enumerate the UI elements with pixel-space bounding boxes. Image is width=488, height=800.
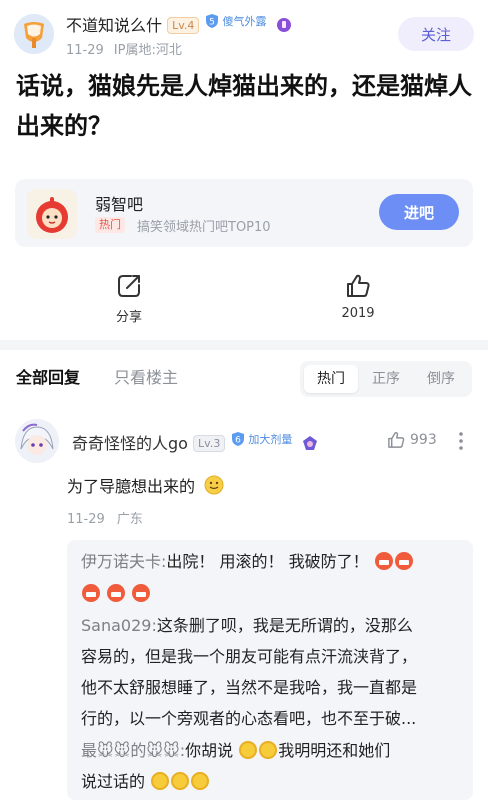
- follow-button[interactable]: 关注: [398, 17, 474, 51]
- forum-name: 弱智吧: [95, 195, 144, 214]
- thumbs-up-icon: [347, 274, 370, 297]
- angry-emoji-icon: [394, 552, 413, 570]
- angry-emoji-icon: [82, 584, 100, 602]
- sort-desc[interactable]: 倒序: [414, 365, 468, 393]
- author-line: 不道知说么什 Lv.4 5 傻气外露: [66, 12, 292, 36]
- sub-reply: 伊万诺夫卡:出院！ 用滚的！ 我破防了！: [81, 546, 414, 577]
- smile-emoji-icon: [204, 475, 224, 495]
- angry-emoji-icon: [132, 584, 151, 602]
- author-avatar[interactable]: [14, 14, 54, 54]
- post-header: 不道知说么什 Lv.4 5 傻气外露 11-29 IP属地:河北 关注: [0, 0, 488, 62]
- comment-meta: 11-29 广东: [67, 512, 143, 527]
- sub-reply-user[interactable]: 伊万诺夫卡:: [81, 552, 166, 571]
- angel-emoji-icon: [239, 741, 258, 759]
- angry-emoji-icon: [107, 584, 126, 602]
- author-title-badge: 5 傻气外露: [204, 13, 266, 29]
- commenter-name[interactable]: 奇奇怪怪的人go: [72, 434, 188, 453]
- thumbs-up-icon: [388, 432, 405, 448]
- commenter-title-badge: 6 加大剂量: [230, 431, 292, 447]
- angel-emoji-icon: [259, 741, 278, 759]
- commenter-line: 奇奇怪怪的人go Lv.3 6 加大剂量: [72, 430, 318, 454]
- sub-reply-continued: 行的，以一个旁观者的心态看吧，也不至于破...: [81, 709, 417, 728]
- medal-icon: [276, 18, 291, 32]
- section-divider: [0, 340, 488, 350]
- sub-replies[interactable]: 伊万诺夫卡:出院！ 用滚的！ 我破防了！ Sana029:这条删了呗，我是无所谓…: [67, 540, 473, 800]
- angel-emoji-icon: [151, 772, 170, 790]
- sub-reply-user[interactable]: 最🐭🐭的🐭🐭:: [81, 741, 185, 760]
- comment-like-count: 993: [410, 432, 437, 448]
- angry-emoji-icon: [374, 552, 393, 570]
- like-button[interactable]: 2019: [318, 272, 398, 321]
- medal-icon: [302, 436, 317, 450]
- sort-asc[interactable]: 正序: [359, 365, 413, 393]
- sub-reply-continued: 容易的，但是我一个朋友可能有点汗流浃背了，: [81, 647, 418, 666]
- sub-reply: Sana029:这条删了呗，我是无所谓的，没那么: [81, 616, 413, 635]
- enter-forum-button[interactable]: 进吧: [379, 194, 459, 230]
- sub-reply-user[interactable]: Sana029:: [81, 616, 157, 635]
- commenter-avatar[interactable]: [15, 419, 59, 463]
- commenter-level-badge: Lv.3: [193, 435, 226, 452]
- svg-text:6: 6: [236, 436, 242, 446]
- like-count: 2019: [341, 306, 375, 321]
- comment-like-button[interactable]: 993: [386, 430, 437, 450]
- share-button[interactable]: 分享: [89, 272, 169, 325]
- author-name[interactable]: 不道知说么什: [66, 16, 162, 35]
- sub-reply-emojis: [81, 578, 151, 609]
- sort-hot[interactable]: 热门: [304, 365, 358, 393]
- angel-emoji-icon: [191, 772, 210, 790]
- sub-reply-continued: 他不太舒服想睡了，当然不是我哈，我一直都是: [81, 678, 418, 697]
- author-level-badge: Lv.4: [167, 17, 200, 34]
- post-title: 话说，猫娘先是人焯猫出来的，还是猫焯人出来的？: [16, 72, 472, 140]
- post-meta: 11-29 IP属地:河北: [66, 43, 182, 58]
- more-options-icon[interactable]: [456, 430, 466, 452]
- hot-tag: 热门: [95, 217, 125, 233]
- tab-op-only[interactable]: 只看楼主: [114, 364, 178, 388]
- tab-all-replies[interactable]: 全部回复: [16, 364, 80, 388]
- sub-reply: 最🐭🐭的🐭🐭:你胡说 我明明还和她们: [81, 741, 391, 760]
- shield-icon: 5: [206, 14, 219, 28]
- angel-emoji-icon: [171, 772, 190, 790]
- shield-icon: 6: [232, 432, 245, 446]
- comment-text: 为了导臆想出来的: [67, 473, 224, 497]
- share-label: 分享: [115, 310, 142, 325]
- svg-text:5: 5: [210, 18, 216, 28]
- forum-description: 搞笑领域热门吧TOP10: [137, 220, 271, 235]
- forum-logo: [27, 189, 77, 239]
- sort-switcher: 热门 正序 倒序: [300, 361, 472, 397]
- share-icon: [118, 275, 140, 297]
- forum-card[interactable]: 弱智吧 热门 搞笑领域热门吧TOP10 进吧: [15, 179, 473, 247]
- sub-reply-continued: 说过话的: [81, 766, 210, 797]
